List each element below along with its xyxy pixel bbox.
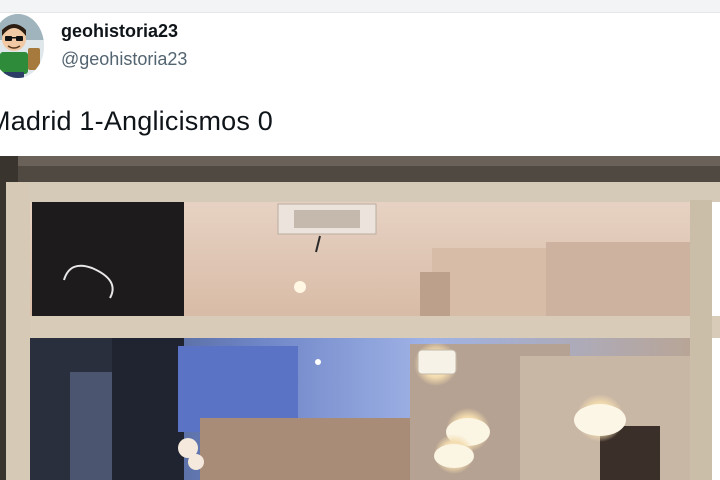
cartoon-avatar-icon <box>0 14 44 78</box>
restaurant-interior-photo <box>0 156 720 480</box>
top-divider <box>0 0 720 13</box>
author-handle[interactable]: @geohistoria23 <box>61 49 187 70</box>
tweet-media-photo[interactable] <box>0 156 720 480</box>
avatar[interactable] <box>0 14 44 78</box>
author-display-name[interactable]: geohistoria23 <box>61 21 178 42</box>
tweet-text: Madrid 1-Anglicismos 0 <box>0 106 273 136</box>
